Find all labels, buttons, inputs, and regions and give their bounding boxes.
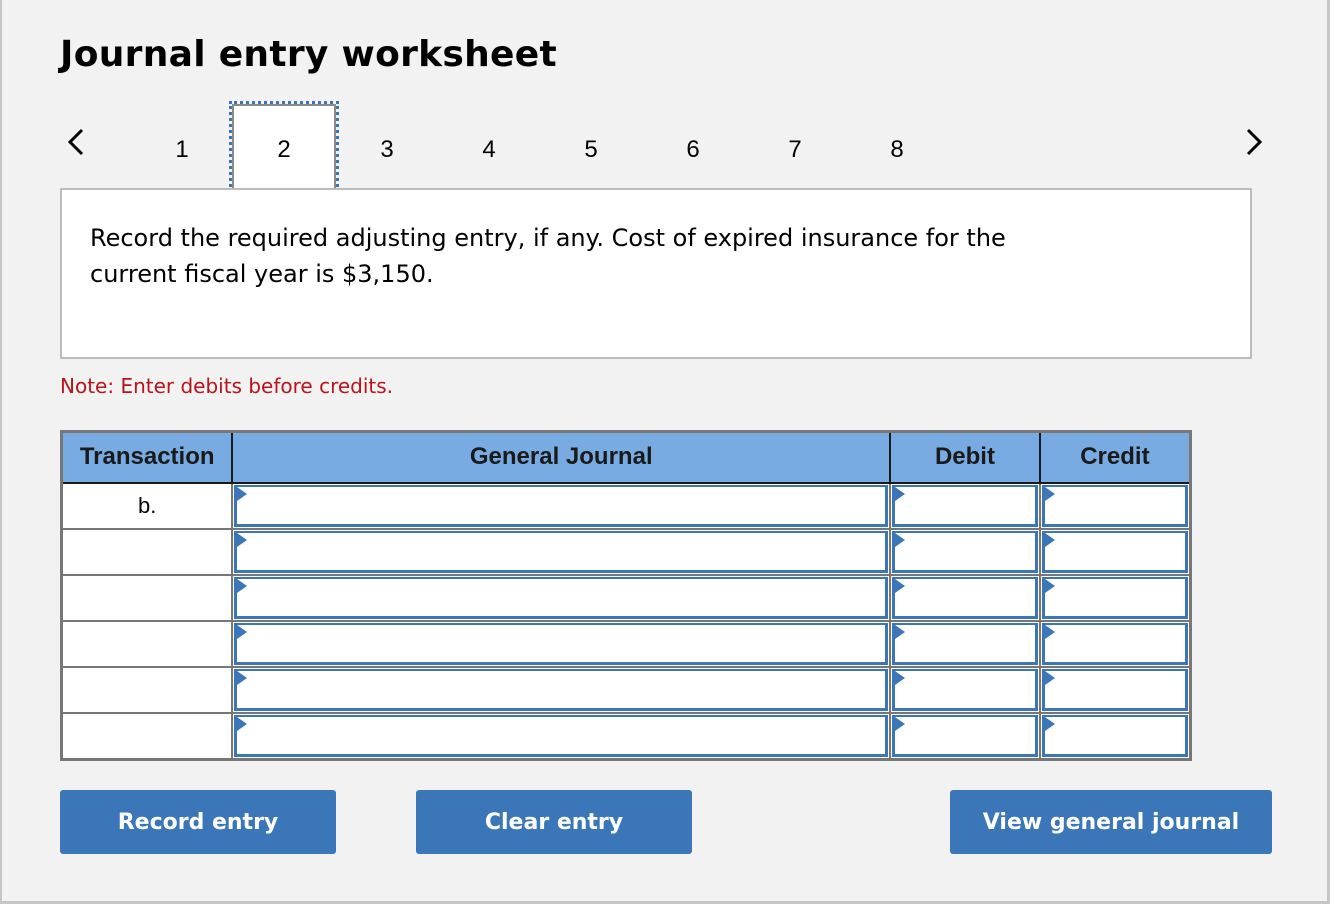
tab-4[interactable]: 4: [437, 104, 541, 190]
account-cell: [231, 527, 892, 576]
journal-row: [60, 619, 1192, 668]
account-dropdown[interactable]: [234, 484, 889, 527]
page-title: Journal entry worksheet: [60, 34, 557, 75]
credit-cell: [1038, 711, 1192, 761]
debit-input[interactable]: [892, 622, 1038, 665]
credit-input[interactable]: [1041, 576, 1188, 619]
account-dropdown[interactable]: [234, 530, 889, 573]
debit-cell: [889, 573, 1041, 622]
transaction-cell: [60, 619, 234, 668]
cell-marker-icon: [1044, 716, 1055, 731]
debit-cell: [889, 711, 1041, 761]
journal-row: [60, 573, 1192, 622]
journal-row: b.: [60, 481, 1192, 530]
debit-input[interactable]: [892, 668, 1038, 711]
account-dropdown[interactable]: [234, 714, 889, 757]
cell-marker-icon: [237, 532, 248, 547]
transaction-cell: [60, 573, 234, 622]
cell-marker-icon: [237, 670, 248, 685]
cell-marker-icon: [237, 486, 248, 501]
credit-cell: [1038, 527, 1192, 576]
next-button[interactable]: [1238, 122, 1268, 162]
credit-cell: [1038, 573, 1192, 622]
cell-marker-icon: [1044, 624, 1055, 639]
account-dropdown[interactable]: [234, 622, 889, 665]
view-general-journal-button[interactable]: View general journal: [950, 790, 1272, 854]
debit-cell: [889, 481, 1041, 530]
column-header-credit: Credit: [1038, 430, 1192, 484]
transaction-cell: [60, 711, 234, 761]
credit-cell: [1038, 665, 1192, 714]
cell-marker-icon: [237, 624, 248, 639]
prev-button[interactable]: [62, 122, 92, 162]
question-text-line-1: Record the required adjusting entry, if …: [90, 224, 1006, 252]
clear-entry-button[interactable]: Clear entry: [416, 790, 692, 854]
note-text: Note: Enter debits before credits.: [60, 374, 394, 398]
debit-cell: [889, 527, 1041, 576]
credit-input[interactable]: [1041, 622, 1188, 665]
transaction-cell: b.: [60, 481, 234, 530]
debit-cell: [889, 665, 1041, 714]
cell-marker-icon: [895, 532, 906, 547]
debit-input[interactable]: [892, 714, 1038, 757]
debit-input[interactable]: [892, 530, 1038, 573]
credit-input[interactable]: [1041, 668, 1188, 711]
credit-input[interactable]: [1041, 484, 1188, 527]
tab-3[interactable]: 3: [335, 104, 439, 190]
tab-7[interactable]: 7: [743, 104, 847, 190]
account-dropdown[interactable]: [234, 668, 889, 711]
cell-marker-icon: [895, 716, 906, 731]
credit-input[interactable]: [1041, 714, 1188, 757]
cell-marker-icon: [895, 624, 906, 639]
chevron-left-icon: [67, 128, 84, 156]
tab-5[interactable]: 5: [539, 104, 643, 190]
tab-8[interactable]: 8: [845, 104, 949, 190]
chevron-right-icon: [1246, 128, 1263, 156]
question-pager: 1 2 3 4 5 6 7 8: [2, 101, 1332, 193]
worksheet-panel: Journal entry worksheet 1 2 3 4 5 6 7 8 …: [0, 0, 1330, 904]
journal-table: Transaction General Journal Debit Credit…: [60, 430, 1192, 761]
cell-marker-icon: [1044, 532, 1055, 547]
credit-cell: [1038, 619, 1192, 668]
cell-marker-icon: [237, 578, 248, 593]
debit-input[interactable]: [892, 484, 1038, 527]
credit-cell: [1038, 481, 1192, 530]
column-header-general-journal: General Journal: [231, 430, 892, 484]
account-dropdown[interactable]: [234, 576, 889, 619]
journal-header-row: Transaction General Journal Debit Credit: [60, 430, 1192, 484]
record-entry-button[interactable]: Record entry: [60, 790, 336, 854]
tab-2[interactable]: 2: [229, 101, 339, 193]
cell-marker-icon: [1044, 578, 1055, 593]
transaction-cell: [60, 665, 234, 714]
account-cell: [231, 665, 892, 714]
cell-marker-icon: [895, 578, 906, 593]
column-header-transaction: Transaction: [60, 430, 234, 484]
tab-6[interactable]: 6: [641, 104, 745, 190]
cell-marker-icon: [1044, 486, 1055, 501]
journal-row: [60, 711, 1192, 761]
question-box: Record the required adjusting entry, if …: [60, 188, 1252, 359]
question-text-line-2: current fiscal year is $3,150.: [90, 260, 434, 288]
credit-input[interactable]: [1041, 530, 1188, 573]
cell-marker-icon: [895, 670, 906, 685]
cell-marker-icon: [237, 716, 248, 731]
account-cell: [231, 711, 892, 761]
journal-row: [60, 665, 1192, 714]
column-header-debit: Debit: [889, 430, 1041, 484]
tab-1[interactable]: 1: [130, 104, 234, 190]
cell-marker-icon: [895, 486, 906, 501]
transaction-cell: [60, 527, 234, 576]
debit-cell: [889, 619, 1041, 668]
debit-input[interactable]: [892, 576, 1038, 619]
account-cell: [231, 619, 892, 668]
cell-marker-icon: [1044, 670, 1055, 685]
account-cell: [231, 573, 892, 622]
journal-row: [60, 527, 1192, 576]
account-cell: [231, 481, 892, 530]
